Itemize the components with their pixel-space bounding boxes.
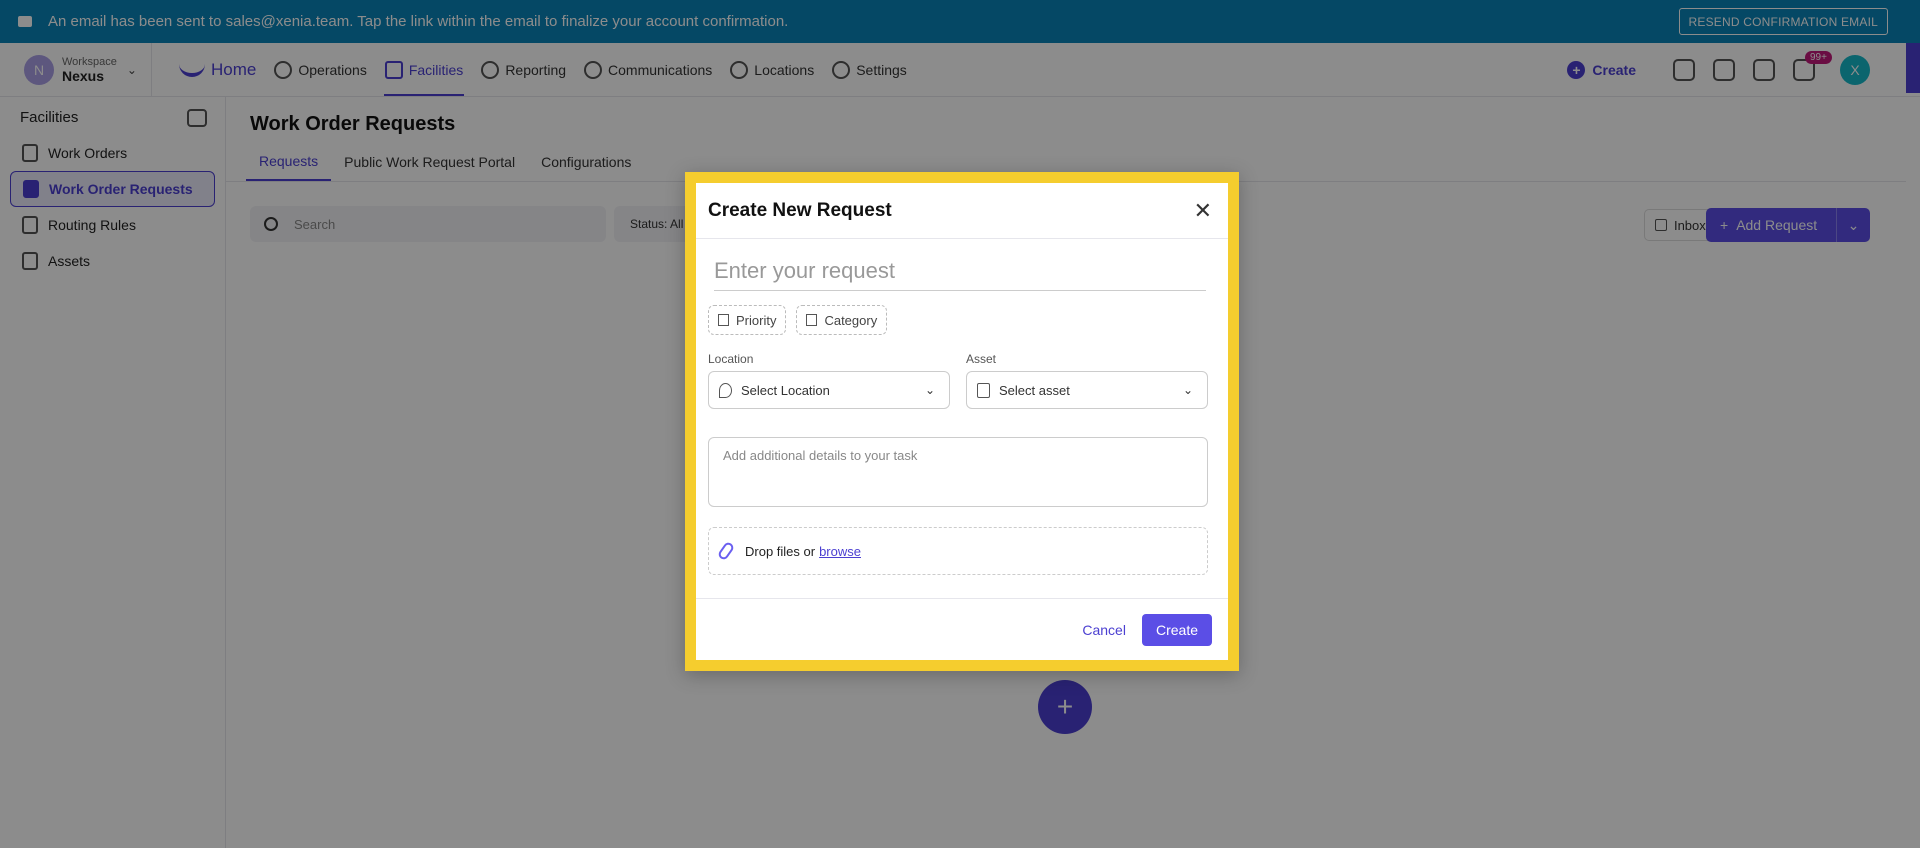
location-select[interactable]: Select Location ⌄ bbox=[708, 371, 950, 409]
assets-icon bbox=[977, 382, 990, 398]
paperclip-icon bbox=[716, 540, 736, 562]
request-input[interactable]: Enter your request bbox=[714, 251, 1206, 291]
location-pin-icon bbox=[719, 382, 732, 398]
file-drop-zone[interactable]: Drop files or browse bbox=[708, 527, 1208, 575]
browse-link[interactable]: browse bbox=[819, 544, 861, 559]
flag-icon bbox=[718, 314, 729, 326]
cancel-button[interactable]: Cancel bbox=[1082, 622, 1126, 638]
priority-label: Priority bbox=[736, 312, 777, 328]
asset-select[interactable]: Select asset ⌄ bbox=[966, 371, 1208, 409]
location-label: Location bbox=[708, 352, 754, 366]
priority-chip[interactable]: Priority bbox=[708, 305, 787, 335]
modal-title: Create New Request bbox=[708, 199, 892, 221]
chevron-down-icon: ⌄ bbox=[924, 383, 935, 397]
location-placeholder: Select Location bbox=[741, 382, 830, 398]
close-icon[interactable]: ✕ bbox=[1194, 198, 1212, 224]
create-request-modal: Create New Request ✕ Enter your request … bbox=[685, 172, 1239, 671]
asset-label: Asset bbox=[966, 352, 997, 366]
grid-icon bbox=[806, 314, 818, 326]
details-textarea[interactable]: Add additional details to your task bbox=[708, 437, 1208, 507]
category-chip[interactable]: Category bbox=[796, 305, 888, 335]
create-request-button[interactable]: Create bbox=[1141, 613, 1212, 646]
category-label: Category bbox=[824, 312, 878, 328]
asset-placeholder: Select asset bbox=[999, 382, 1070, 398]
chevron-down-icon: ⌄ bbox=[1182, 383, 1193, 397]
drop-text: Drop files or bbox=[745, 543, 816, 559]
